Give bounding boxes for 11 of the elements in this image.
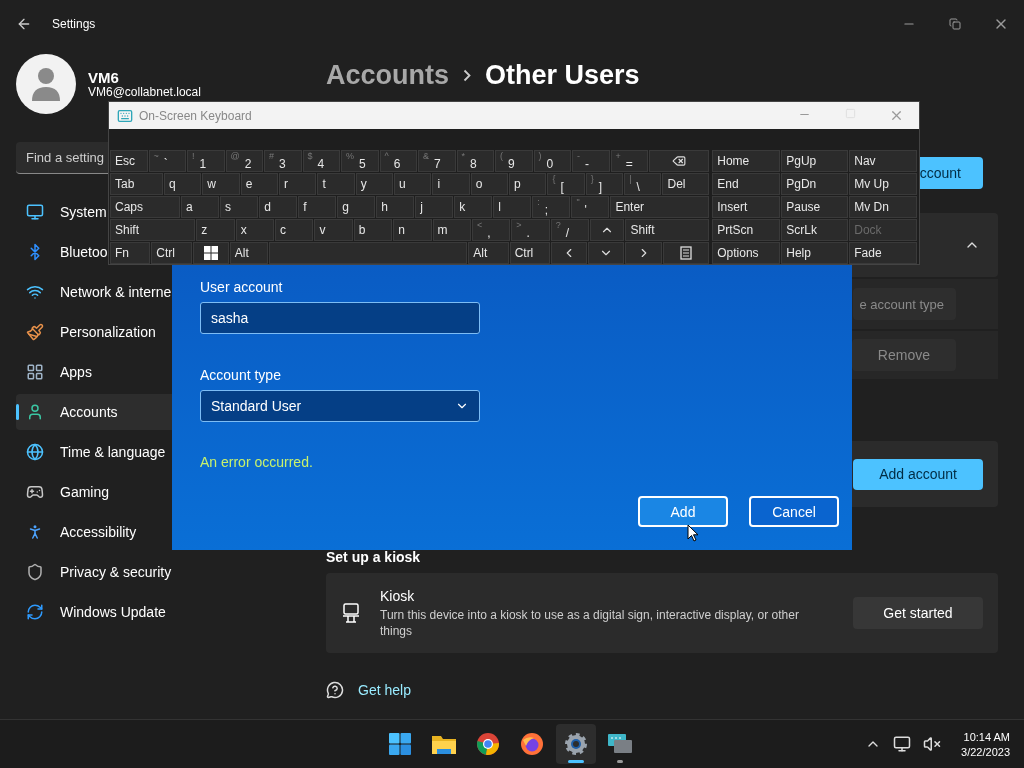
- field-label: User account: [200, 279, 284, 295]
- user-name: VM6: [88, 69, 120, 86]
- user-email: VM6@collabnet.local: [88, 86, 201, 99]
- page-title: Other Users: [485, 59, 640, 91]
- error-message: An error occurred.: [200, 454, 314, 470]
- kiosk-description: Turn this device into a kiosk to use as a digital sign, interactive display, or other things: [380, 606, 800, 639]
- kiosk-title: Kiosk: [380, 587, 416, 604]
- field-label: Account type: [200, 367, 282, 383]
- section-heading: Set up a kiosk: [326, 549, 422, 565]
- window-title: Settings: [52, 17, 96, 31]
- keyboard-title: On-Screen Keyboard: [139, 108, 252, 123]
